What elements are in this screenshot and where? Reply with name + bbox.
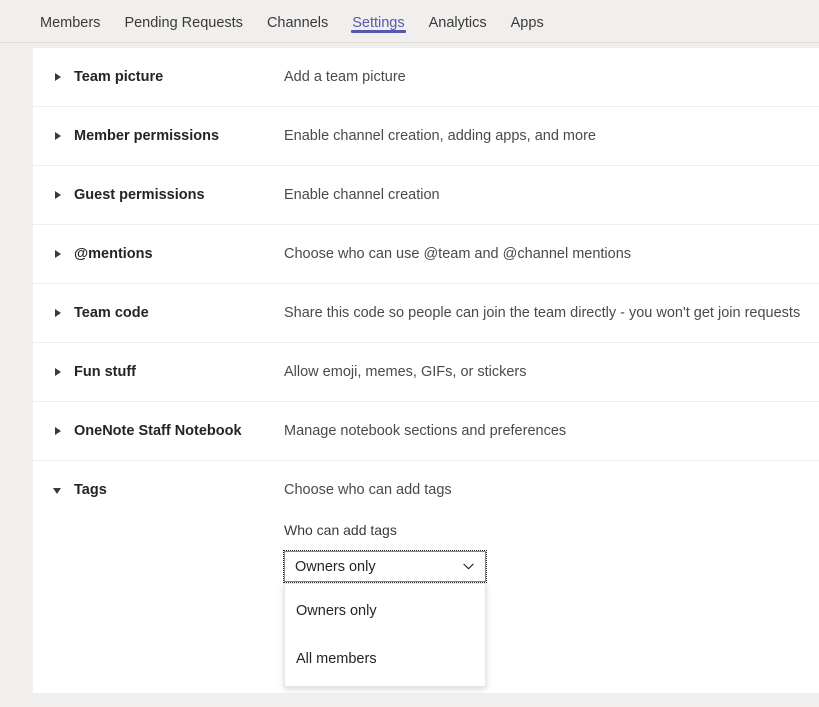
- setting-row-guest-permissions[interactable]: Guest permissions Enable channel creatio…: [33, 166, 819, 225]
- who-can-add-tags-dropdown: Owners only Owners only All members: [284, 551, 486, 687]
- chevron-down-icon[interactable]: [463, 563, 474, 570]
- row-header: @mentions Choose who can use @team and @…: [33, 225, 819, 283]
- setting-description: Enable channel creation: [284, 186, 440, 205]
- row-header: OneNote Staff Notebook Manage notebook s…: [33, 402, 819, 460]
- setting-row-team-picture[interactable]: Team picture Add a team picture: [33, 48, 819, 107]
- chevron-right-icon: [55, 191, 61, 199]
- chevron-right-icon: [55, 427, 61, 435]
- setting-row-mentions[interactable]: @mentions Choose who can use @team and @…: [33, 225, 819, 284]
- settings-panel: Team picture Add a team picture Member p…: [33, 48, 819, 693]
- chevron-right-icon: [55, 132, 61, 140]
- chevron-down-icon: [53, 488, 61, 494]
- row-header: Team picture Add a team picture: [33, 48, 819, 106]
- setting-title: Team code: [74, 304, 149, 323]
- setting-title: @mentions: [74, 245, 153, 264]
- selected-value: Owners only: [295, 558, 376, 577]
- setting-row-fun-stuff[interactable]: Fun stuff Allow emoji, memes, GIFs, or s…: [33, 343, 819, 402]
- dropdown-options-list: Owners only All members: [284, 583, 486, 687]
- tab-members[interactable]: Members: [28, 0, 112, 43]
- row-header: Guest permissions Enable channel creatio…: [33, 166, 819, 224]
- chevron-right-icon: [55, 309, 61, 317]
- tab-bar: Members Pending Requests Channels Settin…: [0, 0, 819, 43]
- row-header: Team code Share this code so people can …: [33, 284, 819, 342]
- tab-settings[interactable]: Settings: [340, 0, 416, 43]
- who-can-add-tags-label: Who can add tags: [284, 519, 819, 551]
- setting-row-team-code[interactable]: Team code Share this code so people can …: [33, 284, 819, 343]
- setting-row-member-permissions[interactable]: Member permissions Enable channel creati…: [33, 107, 819, 166]
- setting-title: Fun stuff: [74, 363, 136, 382]
- setting-description: Enable channel creation, adding apps, an…: [284, 127, 596, 146]
- setting-title: Member permissions: [74, 127, 219, 146]
- tab-pending-requests[interactable]: Pending Requests: [112, 0, 255, 43]
- setting-description: Choose who can add tags: [284, 481, 452, 500]
- setting-title: Team picture: [74, 68, 163, 87]
- row-header: Member permissions Enable channel creati…: [33, 107, 819, 165]
- setting-title: Tags: [74, 481, 107, 500]
- tab-analytics[interactable]: Analytics: [417, 0, 499, 43]
- setting-description: Allow emoji, memes, GIFs, or stickers: [284, 363, 527, 382]
- chevron-right-icon: [55, 250, 61, 258]
- dropdown-option-owners-only[interactable]: Owners only: [285, 594, 485, 628]
- setting-row-tags[interactable]: Tags Choose who can add tags Who can add…: [33, 461, 819, 697]
- setting-description: Share this code so people can join the t…: [284, 304, 800, 323]
- chevron-right-icon: [55, 73, 61, 81]
- chevron-right-icon: [55, 368, 61, 376]
- setting-row-onenote-staff-notebook[interactable]: OneNote Staff Notebook Manage notebook s…: [33, 402, 819, 461]
- setting-description: Add a team picture: [284, 68, 406, 87]
- row-header[interactable]: Tags Choose who can add tags: [33, 461, 819, 519]
- tab-channels[interactable]: Channels: [255, 0, 340, 43]
- setting-title: Guest permissions: [74, 186, 205, 205]
- row-header: Fun stuff Allow emoji, memes, GIFs, or s…: [33, 343, 819, 401]
- tab-list: Members Pending Requests Channels Settin…: [28, 0, 556, 43]
- tab-apps[interactable]: Apps: [499, 0, 556, 43]
- setting-title: OneNote Staff Notebook: [74, 422, 242, 441]
- setting-description: Manage notebook sections and preferences: [284, 422, 566, 441]
- dropdown-option-all-members[interactable]: All members: [285, 642, 485, 676]
- who-can-add-tags-select[interactable]: Owners only: [284, 551, 486, 582]
- tags-settings-body: Who can add tags Owners only Owners only…: [33, 519, 819, 697]
- setting-description: Choose who can use @team and @channel me…: [284, 245, 631, 264]
